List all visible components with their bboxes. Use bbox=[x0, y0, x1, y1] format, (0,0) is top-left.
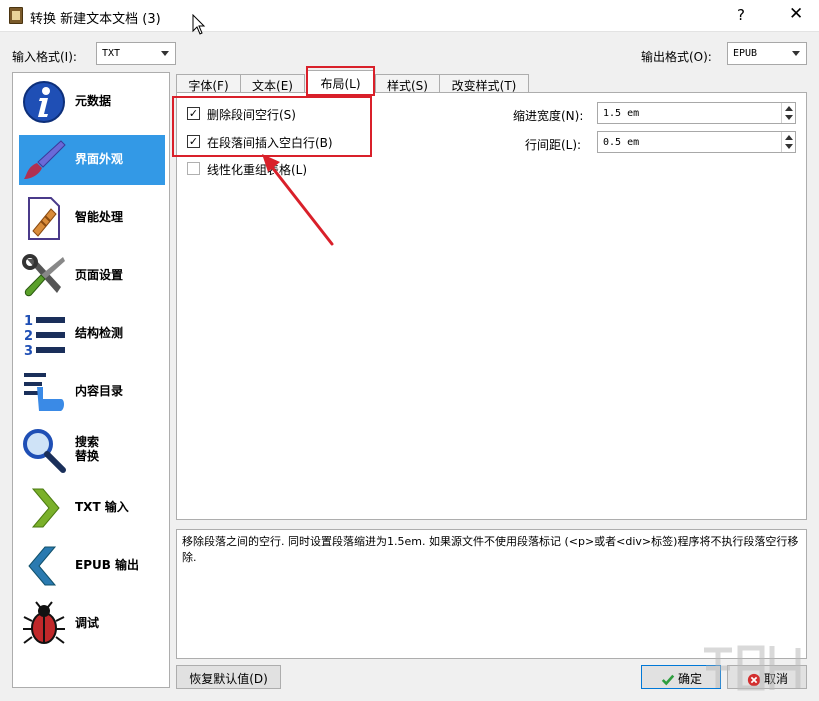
svg-text:2: 2 bbox=[24, 329, 33, 344]
chevron-down-icon bbox=[161, 51, 169, 56]
chevron-up-icon[interactable] bbox=[785, 106, 793, 111]
input-format-select[interactable]: TXT bbox=[96, 42, 176, 65]
tab-style[interactable]: 样式(S) bbox=[375, 74, 440, 93]
sidebar-item-toc[interactable]: 内容目录 bbox=[19, 367, 165, 417]
sidebar-item-label: 搜索 替换 bbox=[75, 435, 100, 463]
chevron-down-icon bbox=[792, 51, 800, 56]
svg-text:3: 3 bbox=[24, 344, 33, 357]
indent-label: 缩进宽度(N): bbox=[513, 109, 584, 123]
info-icon bbox=[23, 81, 65, 123]
document-wand-icon bbox=[28, 197, 60, 240]
input-format-label: 输入格式(I): bbox=[12, 50, 77, 64]
wrench-screwdriver-icon bbox=[22, 254, 65, 297]
chevron-left-icon bbox=[28, 546, 57, 586]
output-format-label: 输出格式(O): bbox=[641, 50, 712, 64]
chevron-down-icon[interactable] bbox=[785, 115, 793, 120]
tab-highlight-box bbox=[306, 66, 375, 96]
sidebar-item-page-setup[interactable]: 页面设置 bbox=[19, 251, 165, 301]
chevron-down-icon[interactable] bbox=[785, 144, 793, 149]
numbered-list-icon: 1 2 3 bbox=[24, 314, 65, 357]
sidebar-item-label: 结构检测 bbox=[75, 326, 124, 340]
check-icon bbox=[661, 674, 675, 685]
sidebar-item-label: EPUB 输出 bbox=[75, 558, 140, 572]
sidebar-item-look-feel[interactable]: 界面外观 bbox=[19, 135, 165, 185]
title-bar: 转换 新建文本文档 (3) ? ✕ bbox=[0, 0, 819, 32]
magnifier-icon bbox=[23, 429, 66, 473]
toc-hand-icon bbox=[24, 373, 64, 411]
paintbrush-icon bbox=[24, 140, 66, 179]
sidebar-item-label: 内容目录 bbox=[75, 384, 124, 398]
line-spacing-stepper[interactable] bbox=[781, 132, 795, 152]
close-button[interactable]: ✕ bbox=[789, 4, 803, 24]
output-format-select[interactable]: EPUB bbox=[727, 42, 807, 65]
chevron-right-icon bbox=[31, 488, 60, 528]
restore-defaults-button[interactable]: 恢复默认值(D) bbox=[176, 665, 281, 689]
line-spacing-value: 0.5 em bbox=[603, 137, 640, 148]
sidebar-item-label: 元数据 bbox=[75, 94, 112, 108]
tab-text[interactable]: 文本(E) bbox=[240, 74, 305, 93]
sidebar-item-search-replace[interactable]: 搜索 替换 bbox=[19, 425, 165, 475]
line-spacing-spinbox[interactable]: 0.5 em bbox=[597, 131, 796, 153]
input-format-value: TXT bbox=[102, 48, 121, 59]
sidebar-item-heuristics[interactable]: 智能处理 bbox=[19, 193, 165, 243]
tab-font[interactable]: 字体(F) bbox=[176, 74, 241, 93]
mouse-cursor-icon bbox=[192, 14, 206, 35]
chevron-up-icon[interactable] bbox=[785, 135, 793, 140]
svg-text:1: 1 bbox=[24, 314, 33, 329]
help-button[interactable]: ? bbox=[737, 6, 745, 24]
annotation-arrow-icon bbox=[262, 154, 334, 246]
indent-stepper[interactable] bbox=[781, 103, 795, 123]
indent-value: 1.5 em bbox=[603, 108, 640, 119]
sidebar-item-label: 智能处理 bbox=[75, 210, 124, 224]
sidebar-item-label: 调试 bbox=[75, 616, 100, 630]
sidebar: 元数据 界面外观 智能处理 页面设置 1 2 3 结构检测 内容目录 搜索 替换… bbox=[12, 72, 170, 688]
sidebar-item-label: 界面外观 bbox=[75, 152, 124, 166]
sidebar-item-debug[interactable]: 调试 bbox=[19, 599, 165, 649]
sidebar-item-txt-input[interactable]: TXT 输入 bbox=[19, 483, 165, 533]
bug-icon bbox=[23, 601, 65, 644]
sidebar-item-label: TXT 输入 bbox=[75, 500, 129, 514]
line-spacing-label: 行间距(L): bbox=[525, 138, 582, 152]
indent-spinbox[interactable]: 1.5 em bbox=[597, 102, 796, 124]
sidebar-item-label: 页面设置 bbox=[75, 268, 124, 282]
output-format-value: EPUB bbox=[733, 48, 758, 59]
linearize-tables-checkbox[interactable] bbox=[187, 162, 200, 175]
sidebar-item-epub-output[interactable]: EPUB 输出 bbox=[19, 541, 165, 591]
app-icon bbox=[9, 7, 23, 24]
window-title: 转换 新建文本文档 (3) bbox=[30, 12, 161, 27]
sidebar-item-structure[interactable]: 1 2 3 结构检测 bbox=[19, 309, 165, 359]
watermark-logo-icon bbox=[704, 645, 801, 691]
tab-transform-style[interactable]: 改变样式(T) bbox=[439, 74, 529, 93]
sidebar-item-metadata[interactable]: 元数据 bbox=[19, 77, 165, 127]
